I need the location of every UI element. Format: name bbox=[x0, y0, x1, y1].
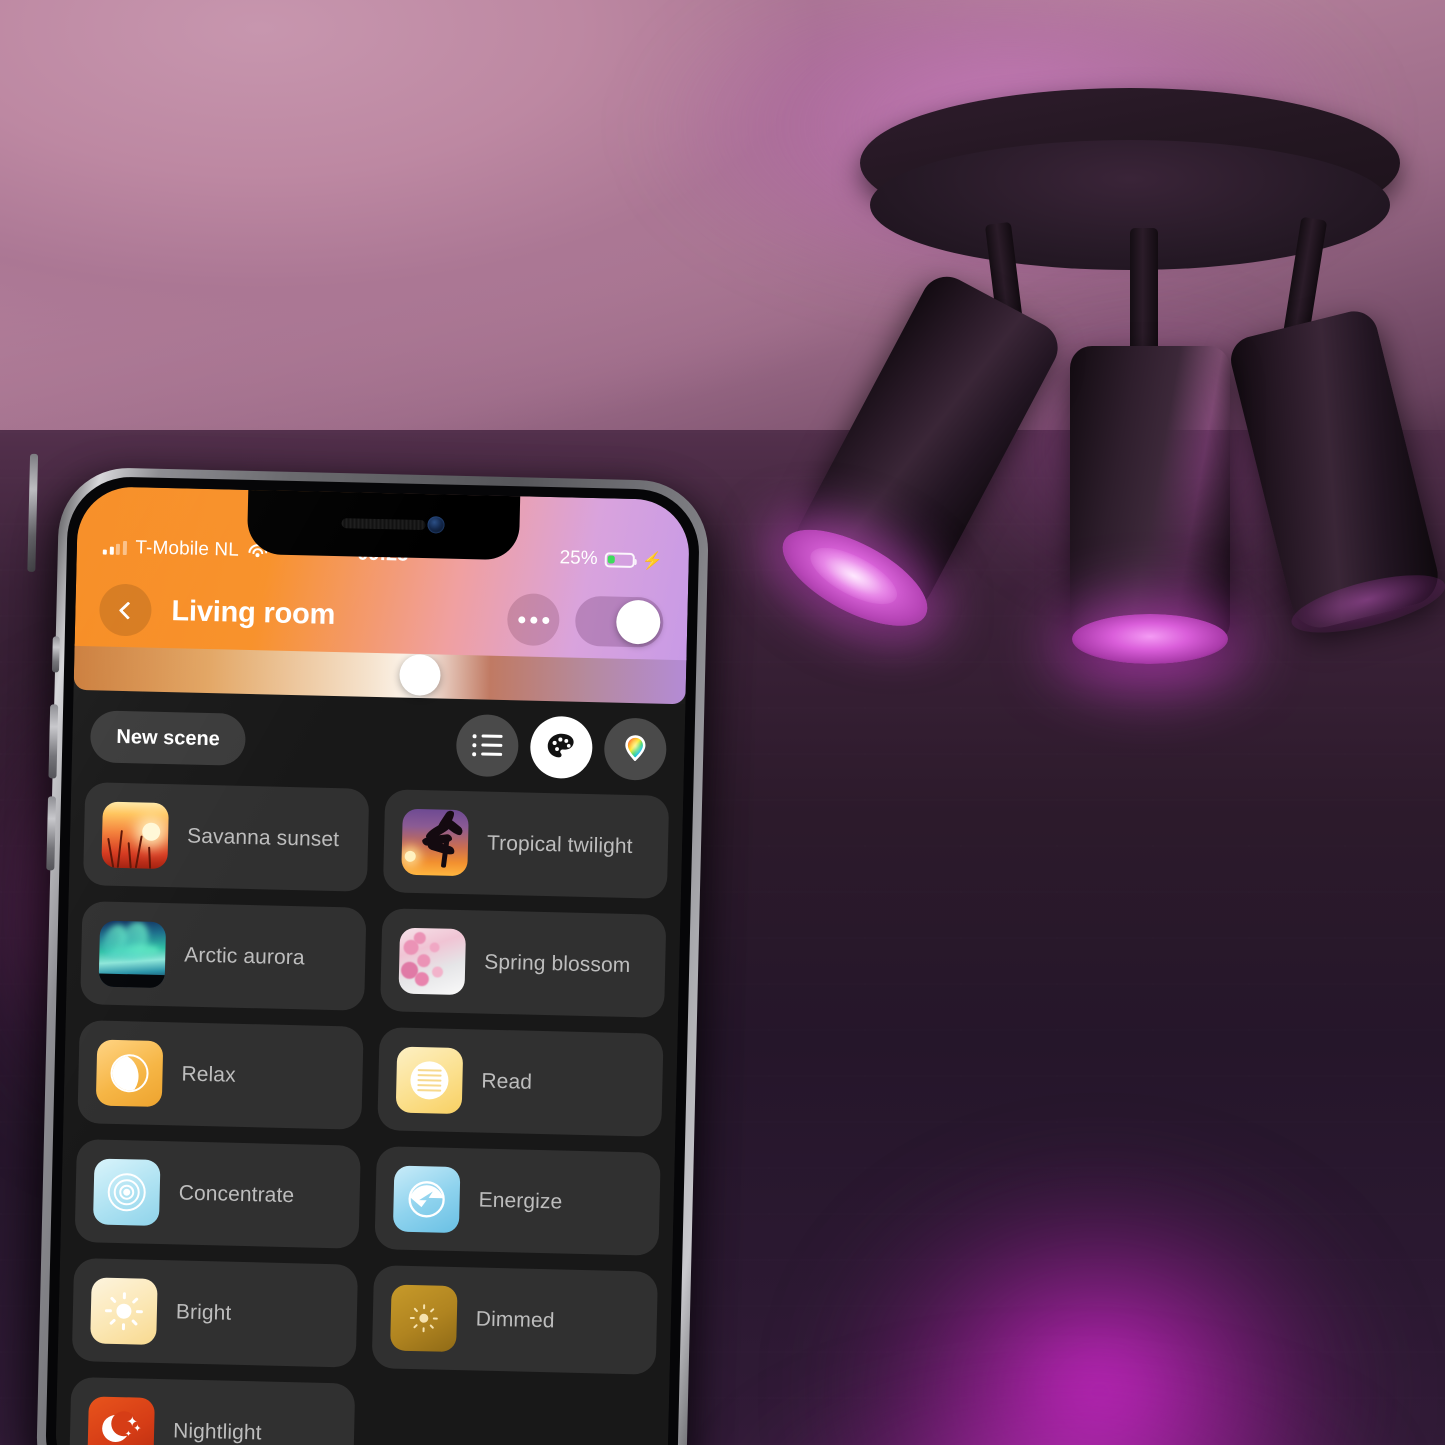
scene-label: Energize bbox=[478, 1188, 563, 1213]
bright-sun-icon bbox=[90, 1276, 158, 1345]
energize-icon bbox=[392, 1165, 461, 1233]
scene-label: Relax bbox=[181, 1061, 236, 1087]
page-title: Living room bbox=[171, 594, 336, 631]
chevron-left-icon bbox=[118, 600, 137, 620]
ceiling-spotlight-fixture bbox=[768, 88, 1445, 728]
lamp-stem-center bbox=[1130, 228, 1158, 363]
scene-card[interactable]: Energize bbox=[374, 1146, 661, 1256]
more-dot bbox=[517, 615, 525, 623]
smartphone: T-Mobile NL 09:23 25% ⚡ Living room bbox=[5, 453, 730, 1445]
battery-percent-label: 25% bbox=[559, 547, 598, 570]
list-icon bbox=[472, 733, 503, 757]
nightlight-moon-icon: ✦ ✦ ✦ bbox=[87, 1395, 155, 1445]
view-tabs bbox=[455, 713, 668, 781]
scene-card[interactable]: ✦ ✦ ✦ Nightlight bbox=[68, 1376, 356, 1445]
more-dot bbox=[541, 616, 549, 624]
scene-card[interactable]: Arctic aurora bbox=[80, 901, 367, 1011]
scene-label: Tropical twilight bbox=[486, 831, 633, 858]
scene-label: Savanna sunset bbox=[186, 824, 340, 851]
dimmed-sun-icon bbox=[390, 1284, 458, 1352]
scene-label: Bright bbox=[175, 1299, 232, 1325]
spring-blossom-photo bbox=[398, 927, 467, 995]
tab-scenes-view[interactable] bbox=[529, 715, 594, 780]
carrier-label: T-Mobile NL bbox=[135, 537, 240, 561]
moon-stars-glyph: ✦ ✦ ✦ bbox=[101, 1409, 142, 1445]
earpiece-speaker bbox=[341, 518, 426, 531]
scene-list-panel: New scene Savanna sunset Tropical twilig… bbox=[54, 689, 686, 1445]
scene-label: Concentrate bbox=[178, 1180, 295, 1207]
scene-grid: Savanna sunset Tropical twilight Arctic … bbox=[68, 782, 670, 1445]
scene-card[interactable]: Spring blossom bbox=[380, 908, 667, 1018]
scene-label: Read bbox=[481, 1069, 533, 1094]
header-actions bbox=[506, 593, 664, 649]
sun-glyph-small bbox=[403, 1297, 444, 1338]
status-bar-left: T-Mobile NL bbox=[102, 536, 268, 562]
back-button[interactable] bbox=[98, 583, 153, 637]
spotlight-center bbox=[1070, 346, 1230, 664]
status-bar-right: 25% ⚡ bbox=[559, 547, 663, 571]
scene-card[interactable]: Tropical twilight bbox=[382, 789, 670, 899]
tab-list-view[interactable] bbox=[455, 713, 520, 778]
battery-icon bbox=[604, 551, 635, 568]
more-dot bbox=[529, 616, 537, 624]
scene-card[interactable]: Relax bbox=[77, 1020, 364, 1130]
arctic-aurora-photo bbox=[98, 920, 167, 988]
scene-card[interactable]: Concentrate bbox=[74, 1139, 361, 1249]
scene-card[interactable]: Savanna sunset bbox=[82, 782, 370, 892]
more-options-button[interactable] bbox=[506, 593, 560, 647]
new-scene-button[interactable]: New scene bbox=[89, 710, 247, 766]
front-camera-icon bbox=[427, 516, 445, 534]
concentrate-icon bbox=[92, 1157, 161, 1226]
scene-label: Nightlight bbox=[172, 1418, 262, 1444]
scene-card[interactable]: Dimmed bbox=[371, 1265, 658, 1375]
phone-screen: T-Mobile NL 09:23 25% ⚡ Living room bbox=[54, 485, 691, 1445]
spotlight-center-lens bbox=[1072, 614, 1228, 664]
phone-notch bbox=[246, 487, 521, 561]
wall-glow-magenta-lower bbox=[650, 1180, 1445, 1445]
signal-bars-icon bbox=[102, 540, 127, 555]
tab-color-picker[interactable] bbox=[603, 717, 668, 781]
palette-icon bbox=[547, 733, 574, 758]
scene-card[interactable]: Read bbox=[377, 1027, 664, 1137]
toolbar: New scene bbox=[85, 690, 671, 796]
charging-bolt-icon: ⚡ bbox=[641, 550, 663, 571]
mute-switch[interactable] bbox=[51, 636, 60, 673]
scene-label: Dimmed bbox=[475, 1306, 555, 1332]
relax-icon bbox=[95, 1039, 164, 1107]
toggle-knob bbox=[615, 599, 661, 645]
read-icon bbox=[395, 1046, 464, 1114]
power-button[interactable] bbox=[27, 453, 39, 572]
sun-glyph bbox=[103, 1290, 144, 1331]
color-droplet-icon bbox=[625, 735, 646, 762]
brightness-slider-knob[interactable] bbox=[398, 654, 441, 696]
savanna-sunset-photo bbox=[101, 801, 169, 869]
nav-row: Living room bbox=[75, 572, 689, 660]
scene-label: Spring blossom bbox=[483, 950, 631, 977]
room-power-toggle[interactable] bbox=[574, 595, 664, 648]
scene-card[interactable]: Bright bbox=[71, 1258, 359, 1368]
tropical-twilight-photo bbox=[401, 808, 469, 876]
scene-label: Arctic aurora bbox=[184, 943, 305, 969]
